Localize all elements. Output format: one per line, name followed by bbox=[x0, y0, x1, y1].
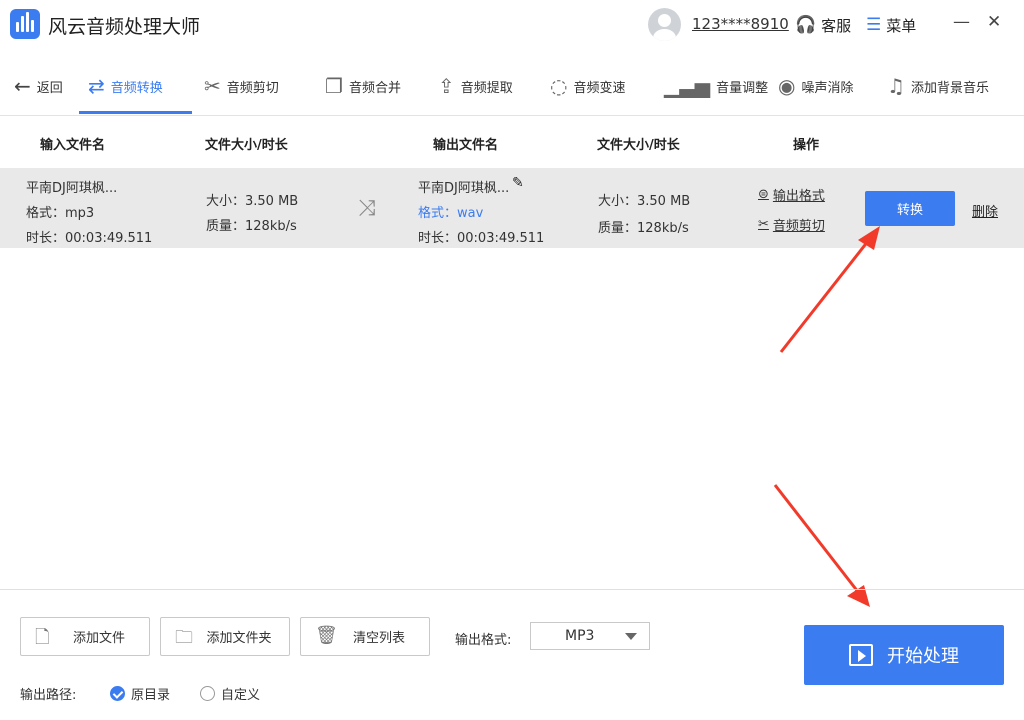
input-file-name: 平南DJ阿琪枫... bbox=[26, 181, 118, 196]
music-note-icon: ♫ bbox=[887, 74, 905, 98]
app-title: 风云音频处理大师 bbox=[48, 16, 201, 38]
output-quality: 质量：128kb/s bbox=[598, 221, 689, 236]
header-output-size: 文件大小/时长 bbox=[597, 138, 680, 153]
chevron-down-icon bbox=[625, 633, 637, 640]
service-label: 客服 bbox=[821, 16, 852, 35]
minimize-icon[interactable]: — bbox=[953, 12, 970, 32]
clear-list-button[interactable]: 🗑 清空列表 bbox=[300, 617, 430, 656]
upload-icon: ⇪ bbox=[438, 74, 455, 98]
menu-button[interactable]: ☰ 菜单 bbox=[866, 14, 916, 36]
input-quality: 质量：128kb/s bbox=[206, 219, 297, 234]
app-logo-icon bbox=[10, 9, 40, 39]
tab-noise-removal[interactable]: ◉ 噪声消除 bbox=[778, 60, 853, 112]
add-file-label: 添加文件 bbox=[72, 631, 125, 646]
add-folder-button[interactable]: 🗀 添加文件夹 bbox=[160, 617, 290, 656]
output-format-link[interactable]: ⊜ 输出格式 bbox=[758, 185, 825, 204]
annotation-arrow-start bbox=[773, 484, 864, 598]
volume-bars-icon: ▁▃▅ bbox=[664, 74, 711, 98]
convert-button[interactable]: 转换 bbox=[865, 191, 955, 226]
output-size: 大小：3.50 MB bbox=[598, 194, 691, 209]
title-bar: 风云音频处理大师 123****8910 🎧 客服 ☰ 菜单 — ✕ bbox=[0, 0, 1024, 50]
active-tab-indicator bbox=[79, 111, 192, 114]
input-size: 大小：3.50 MB bbox=[206, 194, 299, 209]
radio-original-dir[interactable]: 原目录 bbox=[110, 684, 170, 703]
avatar[interactable] bbox=[648, 8, 681, 41]
tab-audio-merge[interactable]: ❐ 音频合并 bbox=[325, 60, 401, 112]
merge-icon: ❐ bbox=[325, 74, 343, 98]
scissors-icon: ✂ bbox=[758, 217, 769, 232]
shuffle-icon: ⤨ bbox=[358, 196, 376, 221]
output-format-value: MP3 bbox=[565, 628, 595, 644]
add-folder-label: 添加文件夹 bbox=[206, 631, 272, 646]
tab-audio-extract[interactable]: ⇪ 音频提取 bbox=[438, 60, 513, 112]
header-input-size: 文件大小/时长 bbox=[205, 138, 288, 153]
close-icon[interactable]: ✕ bbox=[987, 12, 1001, 32]
header-operation: 操作 bbox=[793, 138, 820, 153]
play-icon bbox=[849, 644, 873, 666]
footer-divider bbox=[0, 589, 1024, 590]
format-icon: ⊜ bbox=[758, 187, 769, 202]
input-duration: 时长：00:03:49.511 bbox=[26, 231, 153, 246]
tab-label: 噪声消除 bbox=[801, 80, 854, 96]
speed-icon: ◌ bbox=[550, 74, 568, 98]
radio-unchecked-icon bbox=[200, 686, 215, 701]
back-button[interactable]: ← 返回 bbox=[14, 60, 63, 112]
tab-label: 音频提取 bbox=[460, 80, 513, 96]
input-format: 格式：mp3 bbox=[26, 206, 95, 221]
toolbar: ← 返回 ⇄ 音频转换 ✂ 音频剪切 ❐ 音频合并 ⇪ 音频提取 ◌ 音频变速 … bbox=[0, 60, 1024, 116]
delete-link[interactable]: 删除 bbox=[972, 201, 998, 220]
tab-label: 音频合并 bbox=[348, 80, 401, 96]
tab-label: 音频转换 bbox=[110, 80, 163, 96]
output-format[interactable]: 格式：wav bbox=[418, 202, 483, 221]
start-processing-button[interactable]: 开始处理 bbox=[804, 625, 1004, 685]
menu-label: 菜单 bbox=[886, 16, 917, 35]
user-id-link[interactable]: 123****8910 bbox=[692, 15, 789, 33]
toolbar-divider bbox=[0, 115, 1024, 116]
tab-label: 音量调整 bbox=[716, 80, 769, 96]
tab-audio-convert[interactable]: ⇄ 音频转换 bbox=[88, 60, 163, 112]
tab-label: 音频变速 bbox=[573, 80, 626, 96]
output-format-label: 输出格式: bbox=[455, 633, 512, 648]
convert-icon: ⇄ bbox=[88, 74, 105, 98]
clear-list-label: 清空列表 bbox=[352, 631, 405, 646]
tab-label: 添加背景音乐 bbox=[910, 80, 989, 96]
output-format-link-label: 输出格式 bbox=[772, 189, 825, 204]
header-output-name: 输出文件名 bbox=[433, 138, 499, 153]
header-input-name: 输入文件名 bbox=[40, 138, 106, 153]
output-file-name: 平南DJ阿琪枫... bbox=[418, 181, 510, 196]
output-duration: 时长：00:03:49.511 bbox=[418, 231, 545, 246]
radio-checked-icon bbox=[110, 686, 125, 701]
edit-pencil-icon[interactable]: ✎ bbox=[512, 175, 524, 191]
service-button[interactable]: 🎧 客服 bbox=[795, 14, 851, 36]
arrow-left-icon: ← bbox=[14, 74, 31, 98]
audio-cut-link-label: 音频剪切 bbox=[772, 219, 825, 234]
tab-add-bgm[interactable]: ♫ 添加背景音乐 bbox=[887, 60, 989, 112]
add-file-button[interactable]: 🗋 添加文件 bbox=[20, 617, 150, 656]
output-path-label: 输出路径: bbox=[20, 688, 77, 703]
tab-audio-speed[interactable]: ◌ 音频变速 bbox=[550, 60, 625, 112]
tab-label: 音频剪切 bbox=[226, 80, 279, 96]
tab-audio-cut[interactable]: ✂ 音频剪切 bbox=[204, 60, 279, 112]
wifi-icon: ◉ bbox=[778, 74, 796, 98]
radio-label: 原目录 bbox=[131, 688, 171, 703]
tab-volume-adjust[interactable]: ▁▃▅ 音量调整 bbox=[664, 60, 768, 112]
annotation-arrow-convert bbox=[779, 235, 874, 353]
audio-cut-link[interactable]: ✂ 音频剪切 bbox=[758, 215, 825, 234]
output-format-select[interactable]: MP3 bbox=[530, 622, 650, 650]
radio-label: 自定义 bbox=[221, 688, 261, 703]
back-label: 返回 bbox=[36, 80, 63, 96]
start-processing-label: 开始处理 bbox=[887, 646, 959, 667]
radio-custom-dir[interactable]: 自定义 bbox=[200, 684, 260, 703]
scissors-icon: ✂ bbox=[204, 74, 221, 98]
menu-icon: ☰ bbox=[866, 15, 882, 35]
headset-icon: 🎧 bbox=[795, 15, 817, 35]
